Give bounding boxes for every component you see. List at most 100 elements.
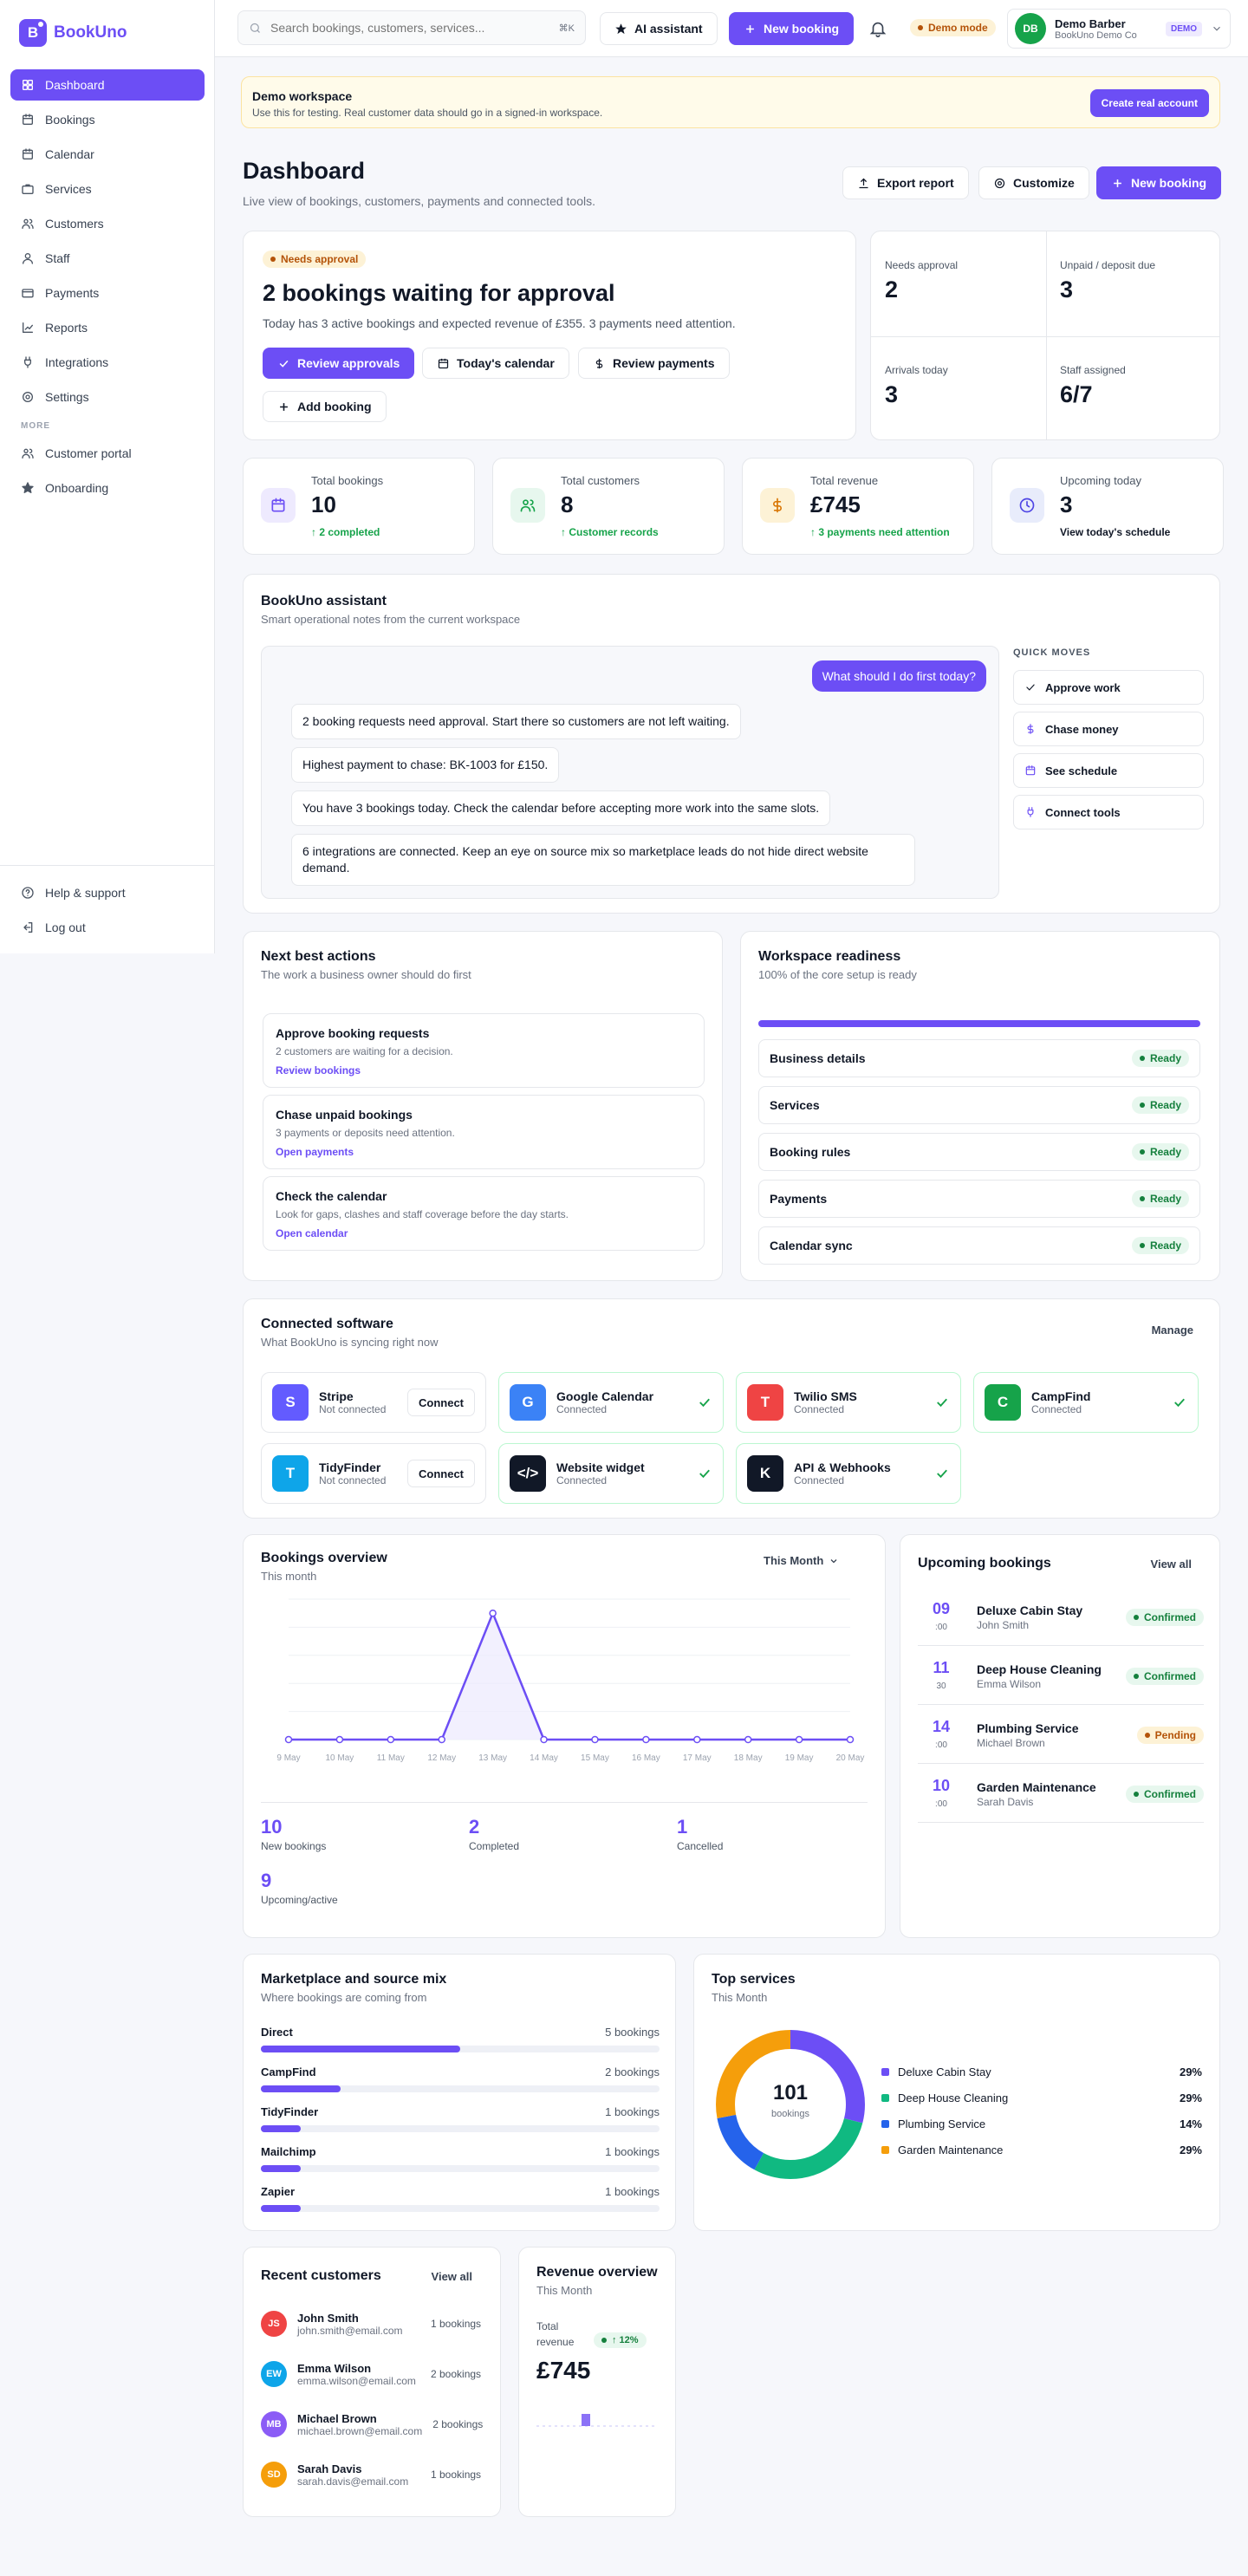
sidebar-item-integrations[interactable]: Integrations: [10, 347, 205, 378]
review-approvals-button[interactable]: Review approvals: [263, 348, 415, 379]
new-booking-button-main[interactable]: New booking: [1096, 166, 1222, 199]
integration-website-widget[interactable]: </> Website widget Connected: [498, 1443, 724, 1504]
integration-campfind[interactable]: C CampFind Connected: [973, 1372, 1199, 1433]
brand-logo[interactable]: B BookUno: [19, 19, 127, 47]
period-select[interactable]: This Month: [764, 1554, 839, 1567]
x-tick-label: 20 May: [836, 1753, 865, 1763]
stat-label: New bookings: [261, 1840, 327, 1852]
sidebar-item-label: Staff: [45, 251, 70, 265]
upcoming-booking-row[interactable]: 11 30 Deep House Cleaning Emma Wilson Conf…: [918, 1648, 1204, 1705]
sidebar-item-services[interactable]: Services: [10, 173, 205, 205]
sidebar-item-staff[interactable]: Staff: [10, 243, 205, 274]
booking-service: Plumbing Service: [977, 1721, 1079, 1735]
sidebar-item-customers[interactable]: Customers: [10, 208, 205, 239]
upcoming-booking-row[interactable]: 14:00 Plumbing Service Michael Brown Pend…: [918, 1707, 1204, 1764]
chevron-down-icon: [830, 1558, 837, 1563]
customer-row[interactable]: SD Sarah Davis sarah.davis@email.com 1 book…: [261, 2456, 486, 2494]
upcoming-booking-row[interactable]: 09:00 Deluxe Cabin Stay John Smith Confir…: [918, 1589, 1204, 1646]
connect-button[interactable]: Connect: [407, 1389, 475, 1416]
sidebar-item-label: Services: [45, 182, 92, 196]
assistant-card: BookUno assistant Smart operational note…: [243, 574, 1220, 914]
mini-stat: Unpaid / deposit due 3: [1060, 259, 1155, 303]
calendar-icon: [1025, 765, 1036, 776]
add-booking-button[interactable]: Add booking: [263, 391, 387, 422]
quick-move-label: Approve work: [1045, 680, 1121, 694]
integration-api-webhooks[interactable]: K API & Webhooks Connected: [736, 1443, 961, 1504]
needs-approval-badge: Needs approval: [263, 250, 367, 268]
top-services-subtitle: This Month: [712, 1991, 768, 2004]
card-icon: [22, 289, 34, 298]
booking-service: Garden Maintenance: [977, 1779, 1096, 1794]
booking-customer: John Smith: [977, 1618, 1030, 1631]
bell-icon[interactable]: [868, 19, 887, 38]
action-link[interactable]: Open calendar: [276, 1227, 692, 1239]
demo-mode-badge: Demo mode: [910, 19, 996, 36]
check-icon: [937, 1398, 947, 1408]
integration-twilio-sms[interactable]: T Twilio SMS Connected: [736, 1372, 961, 1433]
sidebar-item-help-support[interactable]: Help & support: [10, 877, 205, 908]
status-badge: Ready: [1131, 1096, 1189, 1114]
quick-move-approve-work[interactable]: Approve work: [1013, 670, 1204, 705]
ai-assistant-button[interactable]: AI assistant: [600, 12, 718, 45]
user-menu[interactable]: DB Demo Barber BookUno Demo Co DEMO: [1007, 9, 1231, 49]
booking-service: Deluxe Cabin Stay: [977, 1603, 1083, 1617]
export-report-button[interactable]: Export report: [842, 166, 969, 199]
manage-button[interactable]: Manage: [1152, 1324, 1193, 1337]
search-input[interactable]: [270, 21, 550, 35]
booking-date: 09:00: [932, 1600, 951, 1632]
customize-button[interactable]: Customize: [978, 166, 1089, 199]
quick-move-see-schedule[interactable]: See schedule: [1013, 753, 1204, 788]
sidebar-item-log-out[interactable]: Log out: [10, 912, 205, 943]
data-point: [489, 1609, 497, 1617]
search-box[interactable]: ⌘K: [237, 10, 586, 45]
kpi-card: Total revenue £745 ↑ 3 payments need att…: [742, 458, 974, 555]
sidebar-item-customer-portal[interactable]: Customer portal: [10, 438, 205, 469]
series-area: [289, 1613, 850, 1740]
quick-move-label: Connect tools: [1045, 805, 1121, 819]
next-action-item: Approve booking requests 2 customers are …: [263, 1013, 705, 1088]
integration-logo: C: [985, 1384, 1021, 1421]
user-message: What should I do first today?: [811, 660, 986, 692]
kpi-meta[interactable]: View today's schedule: [1060, 526, 1170, 538]
upcoming-booking-row[interactable]: 10:00 Garden Maintenance Sarah Davis Conf…: [918, 1766, 1204, 1823]
kpi-value: 3: [1060, 491, 1073, 517]
todays-calendar-button[interactable]: Today's calendar: [422, 348, 569, 379]
approval-title: 2 bookings waiting for approval: [263, 280, 615, 306]
sidebar-item-dashboard[interactable]: Dashboard: [10, 69, 205, 101]
create-account-button[interactable]: Create real account: [1089, 89, 1209, 117]
page-title: Dashboard: [243, 158, 366, 184]
x-tick-label: 10 May: [326, 1753, 354, 1763]
sidebar-item-settings[interactable]: Settings: [10, 381, 205, 413]
sidebar-item-calendar[interactable]: Calendar: [10, 139, 205, 170]
legend-label: Deluxe Cabin Stay: [898, 2065, 991, 2078]
customer-email: john.smith@email.com: [297, 2324, 403, 2337]
customer-bookings: 2 bookings: [431, 2368, 482, 2380]
review-payments-button[interactable]: Review payments: [578, 348, 730, 379]
upload-icon: [859, 178, 868, 188]
integration-tidyfinder[interactable]: T TidyFinder Not connected Connect: [261, 1443, 486, 1504]
readiness-item: Payments Ready: [758, 1180, 1200, 1218]
quick-move-chase-money[interactable]: Chase money: [1013, 712, 1204, 746]
customer-row[interactable]: EW Emma Wilson emma.wilson@email.com 2 book…: [261, 2355, 486, 2393]
bookings-line-chart: 9 May 10 May 11 May 12 May 13 May 14 May 15 Ma…: [276, 1598, 865, 1763]
action-link[interactable]: Open payments: [276, 1146, 692, 1158]
connect-button[interactable]: Connect: [407, 1460, 475, 1487]
sidebar-item-onboarding[interactable]: Onboarding: [10, 472, 205, 504]
sidebar-item-payments[interactable]: Payments: [10, 277, 205, 309]
avatar: MB: [261, 2411, 287, 2437]
customers-view-all[interactable]: View all: [432, 2270, 472, 2283]
action-link[interactable]: Review bookings: [276, 1064, 692, 1077]
integration-google-calendar[interactable]: G Google Calendar Connected: [498, 1372, 724, 1433]
integration-stripe[interactable]: S Stripe Not connected Connect: [261, 1372, 486, 1433]
sidebar-item-bookings[interactable]: Bookings: [10, 104, 205, 135]
customer-row[interactable]: JS John Smith john.smith@email.com 1 bookin…: [261, 2305, 486, 2343]
upcoming-view-all[interactable]: View all: [1151, 1558, 1192, 1571]
quick-move-connect-tools[interactable]: Connect tools: [1013, 795, 1204, 829]
source-bar: [261, 2165, 660, 2172]
data-point: [284, 1735, 293, 1744]
customer-row[interactable]: MB Michael Brown michael.brown@email.com 2 …: [261, 2405, 486, 2443]
sidebar-item-reports[interactable]: Reports: [10, 312, 205, 343]
booking-customer: Emma Wilson: [977, 1677, 1042, 1690]
new-booking-button[interactable]: New booking: [729, 12, 855, 45]
readiness-progress-fill: [758, 1020, 1200, 1027]
